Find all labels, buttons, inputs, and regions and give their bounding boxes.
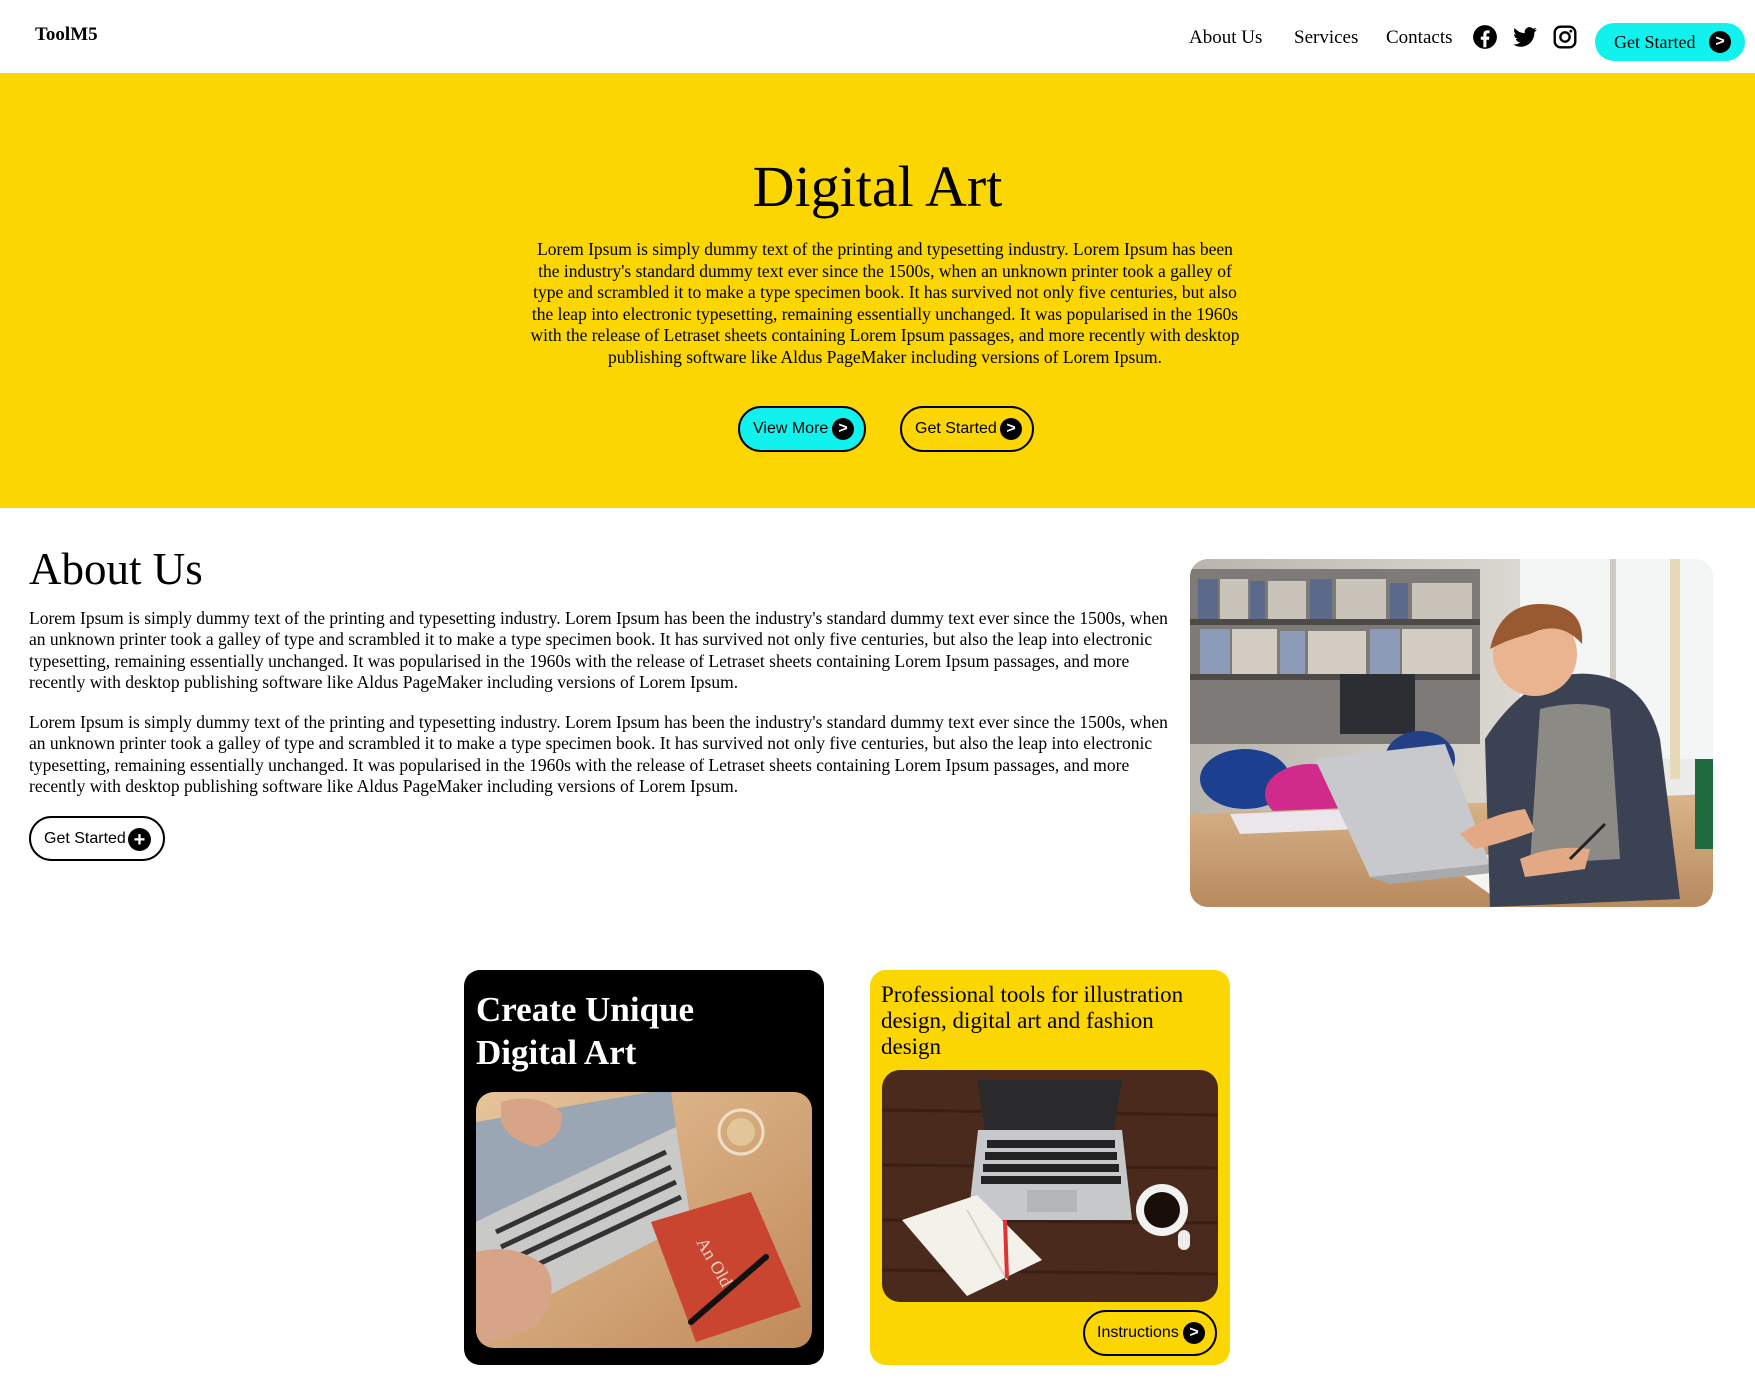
facebook-icon[interactable]: [1472, 24, 1498, 50]
about-paragraph-1: Lorem Ipsum is simply dummy text of the …: [29, 608, 1168, 692]
plus-icon: +: [128, 828, 151, 851]
hero-get-started-button[interactable]: Get Started >: [900, 406, 1034, 452]
header-get-started-label: Get Started: [1614, 31, 1696, 52]
instagram-icon[interactable]: [1552, 24, 1578, 50]
about-title: About Us: [29, 544, 203, 594]
create-art-card: Create Unique Digital Art An Old: [464, 970, 824, 1365]
card-title-line-1: Create Unique: [476, 990, 695, 1029]
top-nav: ToolM5 About Us Services Contacts Get St…: [0, 0, 1755, 73]
nav-services[interactable]: Services: [1294, 27, 1358, 49]
laptop-coffee-photo: [882, 1070, 1218, 1302]
professional-tools-card: Professional tools for illustration desi…: [870, 970, 1230, 1365]
view-more-label: View More: [753, 420, 829, 437]
arrow-right-icon: >: [1183, 1322, 1205, 1344]
hero-section: Digital Art Lorem Ipsum is simply dummy …: [0, 73, 1755, 508]
brand-logo[interactable]: ToolM5: [35, 24, 98, 46]
instructions-button[interactable]: Instructions >: [1083, 1310, 1217, 1356]
card-title: Create Unique Digital Art: [476, 988, 796, 1074]
about-get-started-label: Get Started: [44, 829, 126, 847]
arrow-right-icon: >: [1709, 31, 1731, 53]
nav-contacts[interactable]: Contacts: [1386, 27, 1453, 49]
view-more-button[interactable]: View More >: [738, 406, 866, 452]
about-get-started-button[interactable]: Get Started +: [29, 816, 165, 861]
about-paragraph-2: Lorem Ipsum is simply dummy text of the …: [29, 712, 1168, 796]
nav-about-us[interactable]: About Us: [1189, 27, 1262, 49]
arrow-right-icon: >: [1000, 418, 1022, 440]
card-title-line-2: Digital Art: [476, 1033, 637, 1072]
laptop-book-photo: An Old: [476, 1092, 812, 1348]
twitter-icon[interactable]: [1512, 24, 1538, 50]
hero-title: Digital Art: [752, 154, 1003, 219]
header-get-started-button[interactable]: Get Started >: [1595, 23, 1745, 61]
hero-description: Lorem Ipsum is simply dummy text of the …: [530, 239, 1240, 367]
hero-get-started-label: Get Started: [915, 420, 997, 437]
arrow-right-icon: >: [832, 418, 854, 440]
instructions-label: Instructions: [1097, 1324, 1179, 1341]
card-title: Professional tools for illustration desi…: [881, 982, 1184, 1059]
student-laptop-photo: [1190, 559, 1713, 907]
